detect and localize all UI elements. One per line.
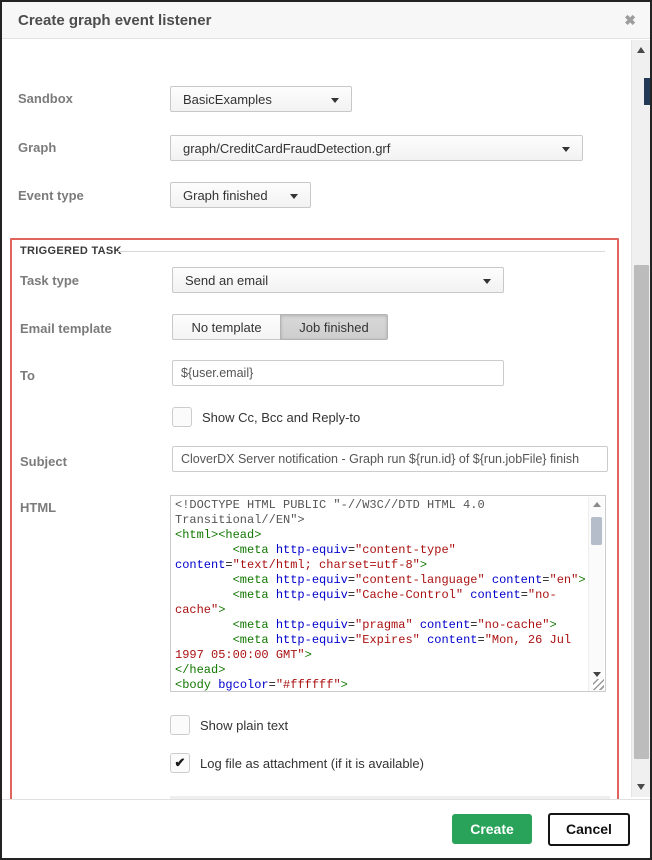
log-attachment-label: Log file as attachment (if it is availab… — [200, 756, 424, 771]
event-type-select[interactable]: Graph finished — [170, 182, 311, 208]
event-type-label: Event type — [18, 188, 84, 203]
create-graph-event-listener-dialog: Create graph event listener ✖ Sandbox Ba… — [0, 0, 652, 860]
task-type-select[interactable]: Send an email — [172, 267, 504, 293]
log-attachment-checkbox[interactable]: ✔ — [170, 753, 190, 773]
scroll-down-icon[interactable] — [637, 784, 645, 790]
email-template-option[interactable]: Job finished — [280, 314, 388, 340]
html-code-content: <!DOCTYPE HTML PUBLIC "-//W3C//DTD HTML … — [175, 498, 587, 692]
chevron-down-icon — [290, 194, 298, 199]
legend-rule — [118, 251, 605, 252]
triggered-task-legend: TRIGGERED TASK — [20, 245, 122, 257]
subject-label: Subject — [20, 454, 67, 469]
close-icon[interactable]: ✖ — [624, 12, 636, 29]
to-input[interactable]: ${user.email} — [172, 360, 504, 386]
chevron-down-icon — [483, 279, 491, 284]
task-type-select-value: Send an email — [185, 273, 268, 288]
to-label: To — [20, 368, 35, 383]
chevron-down-icon — [562, 147, 570, 152]
editor-scrollbar-thumb[interactable] — [591, 517, 602, 545]
event-type-select-value: Graph finished — [183, 188, 268, 203]
sandbox-select[interactable]: BasicExamples — [170, 86, 352, 112]
show-cc-checkbox[interactable] — [172, 407, 192, 427]
graph-select-value: graph/CreditCardFraudDetection.grf — [183, 141, 390, 156]
dialog-scrollbar[interactable] — [631, 40, 650, 797]
dialog-titlebar: Create graph event listener ✖ — [2, 2, 650, 39]
graph-label: Graph — [18, 140, 56, 155]
html-code-editor[interactable]: <!DOCTYPE HTML PUBLIC "-//W3C//DTD HTML … — [170, 495, 606, 692]
sandbox-select-value: BasicExamples — [183, 92, 272, 107]
scroll-down-icon[interactable] — [593, 672, 601, 677]
editor-scrollbar[interactable] — [588, 497, 604, 692]
chevron-down-icon — [331, 98, 339, 103]
show-plain-text-checkbox[interactable] — [170, 715, 190, 735]
show-cc-label: Show Cc, Bcc and Reply-to — [202, 410, 360, 425]
email-template-toggle: No templateJob finished — [172, 314, 388, 340]
resize-grip-icon[interactable] — [593, 679, 604, 690]
email-template-option[interactable]: No template — [172, 314, 280, 340]
page-behind-strip — [644, 78, 652, 105]
cancel-button[interactable]: Cancel — [548, 813, 630, 846]
html-label: HTML — [20, 500, 56, 515]
create-button[interactable]: Create — [452, 814, 532, 844]
scroll-up-icon[interactable] — [637, 47, 645, 53]
graph-select[interactable]: graph/CreditCardFraudDetection.grf — [170, 135, 583, 161]
show-plain-text-label: Show plain text — [200, 718, 288, 733]
sandbox-label: Sandbox — [18, 91, 73, 106]
subject-input-value: CloverDX Server notification - Graph run… — [181, 452, 579, 466]
scroll-up-icon[interactable] — [593, 502, 601, 507]
to-input-value: ${user.email} — [181, 366, 253, 380]
dialog-scrollbar-thumb[interactable] — [634, 265, 649, 759]
dialog-body: Sandbox BasicExamples Graph graph/Credit… — [2, 40, 650, 797]
task-type-label: Task type — [20, 273, 79, 288]
email-template-label: Email template — [20, 321, 112, 336]
subject-input[interactable]: CloverDX Server notification - Graph run… — [172, 446, 608, 472]
dialog-footer: Create Cancel — [2, 799, 650, 858]
dialog-title: Create graph event listener — [18, 12, 211, 29]
